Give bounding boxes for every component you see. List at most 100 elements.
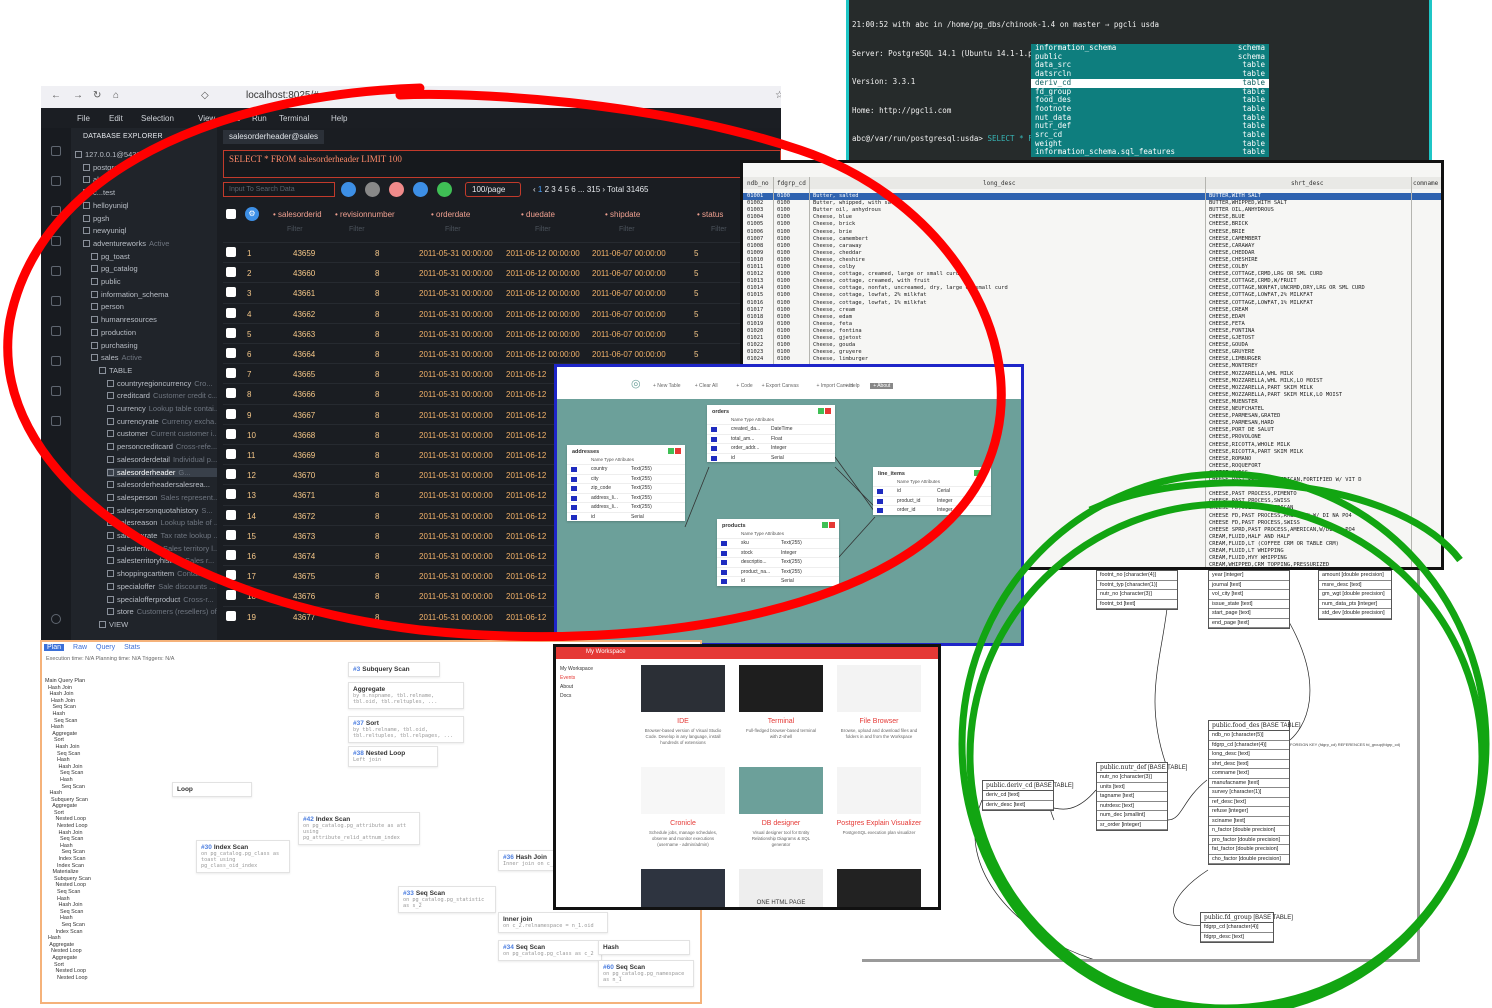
plan-node[interactable]: Aggregate by n.nspname, tbl.relname, tbl.… [348,682,464,709]
settings-icon[interactable] [365,182,380,197]
select-all-checkbox[interactable] [226,209,236,219]
star-icon[interactable]: ☆ [775,90,781,101]
pagination[interactable]: ‹ 1 2 3 4 5 6 ... 315 › Total 31465 [533,185,649,194]
row-checkbox[interactable] [226,307,236,318]
home-icon[interactable]: ⌂ [113,90,119,101]
filter-input[interactable]: Filter [445,226,461,233]
explorer-icon[interactable] [51,146,61,156]
tree-item[interactable]: VIEW [99,620,217,629]
menu-item[interactable]: Go [230,114,241,123]
tree-item[interactable]: newyuniql [83,226,217,235]
usda-row[interactable]: 01024 0100 Cheese, limburger CHEESE,LIMBURG… [743,356,1441,363]
filter-input[interactable]: Filter [349,226,365,233]
usda-row[interactable]: 01016 0100 Cheese, cottage, lowfat, 1% mil… [743,300,1441,307]
row-checkbox[interactable] [226,529,236,540]
row-checkbox[interactable] [226,489,236,500]
er-column[interactable]: id Cerial [873,486,991,496]
tool-card[interactable] [640,869,726,907]
usda-row[interactable]: 01011 0100 Cheese, colby CHEESE,COLBY [743,264,1441,271]
tree-item[interactable]: salesterritory Sales territory l... [107,544,217,553]
table-row[interactable]: 3 43661 8 2011-05-31 00:00:00 2011-06-12 00:… [223,282,781,302]
tool-card[interactable]: Terminal Full-fledged browser-based termi… [738,665,824,740]
schema-table[interactable]: amount [double precision] msre_desc [text… [1318,570,1392,620]
tree-item[interactable]: humanresources [91,315,217,324]
row-checkbox[interactable] [226,509,236,520]
column-header[interactable]: • shipdate [605,210,640,219]
delete-icon[interactable] [981,470,987,476]
plan-node[interactable]: Loop [172,782,252,797]
page-number[interactable]: 4 [558,185,565,194]
usda-row[interactable]: 01012 0100 Cheese, cottage, creamed, large… [743,271,1441,278]
tree-item[interactable]: adventureworks Active [83,239,217,248]
tree-item[interactable]: specialofferproduct Cross-r... [107,595,217,604]
er-column[interactable]: zip_code Text(255) [567,483,685,493]
workspace-nav-item[interactable]: Docs [560,692,593,701]
row-checkbox[interactable] [226,388,236,399]
er-column[interactable]: city Text(255) [567,473,685,484]
er-column[interactable]: address_li... Text(255) [567,492,685,503]
tree-item[interactable]: c...test [83,188,217,197]
tree-item[interactable]: sales Active [91,353,217,362]
schema-table[interactable]: public.food_des [BASE TABLE] ndb_no [char… [1208,720,1301,865]
row-checkbox[interactable] [226,368,236,379]
er-column[interactable]: descriptio... Text(255) [717,557,839,567]
usda-row[interactable]: 01019 0100 Cheese, feta CHEESE,FETA [743,321,1441,328]
plan-node[interactable]: Hash [598,940,690,955]
er-table[interactable]: addresses Name Type Attributes country Text… [567,445,685,521]
delete-icon[interactable] [675,448,681,454]
page-number[interactable]: 1 [538,185,545,194]
plan-node[interactable]: Inner join on c_2.relnamespace = n_1.oid [498,912,608,933]
tree-item[interactable]: purchasing [91,341,217,350]
filter-input[interactable]: Filter [535,226,551,233]
er-column[interactable]: id Serial [567,511,685,522]
extensions-icon[interactable] [51,266,61,276]
er-column[interactable]: product_id Integer [873,495,991,506]
completion-item[interactable]: information_schema.sql_features table [1031,148,1269,157]
tree-item[interactable]: pg_catalog [91,264,217,273]
usda-row[interactable]: 01021 0100 Cheese, gjetost CHEESE,GJETOST [743,335,1441,342]
row-checkbox[interactable] [226,610,236,621]
delete-icon[interactable] [825,408,831,414]
er-column[interactable]: stock Integer [717,547,839,558]
tool-card[interactable]: ONE HTML PAGE [738,869,824,907]
table-row[interactable]: 5 43663 8 2011-05-31 00:00:00 2011-06-12 00:… [223,322,781,343]
usda-row[interactable]: 01005 0100 Cheese, brick CHEESE,BRICK [743,221,1441,228]
schema-table[interactable]: year [integer] journal [text] vol_city [te… [1208,570,1290,629]
menu-item[interactable]: File [77,114,90,123]
tool-card[interactable]: Cronicle Schedule jobs, manage schedules,… [640,767,726,848]
workspace-nav-item[interactable]: My Workspace [560,665,593,674]
delete-icon[interactable] [389,182,404,197]
tree-item[interactable]: countryregioncurrency Cro... [107,379,217,388]
db-icon[interactable] [51,386,61,396]
usda-row[interactable]: 01007 0100 Cheese, camembert CHEESE,CAMEMBE… [743,236,1441,243]
sql-query-input[interactable]: SELECT * FROM salesorderheader LIMIT 100 [223,150,781,178]
row-checkbox[interactable] [226,590,236,601]
tree-item[interactable]: pg_toast [91,252,217,261]
menu-item[interactable]: Run [252,114,267,123]
filter-input[interactable]: Filter [619,226,635,233]
er-column[interactable]: order_addr... Integer [707,443,835,453]
tree-item[interactable]: salestaxrate Tax rate lookup ... [107,531,217,540]
plan-node[interactable]: #3 Subquery Scan [348,662,440,677]
schema-table[interactable]: footnt_no [character(4)] footnt_typ [char… [1096,570,1178,610]
schema-table[interactable]: public.deriv_cd [BASE TABLE] deriv_cd [te… [982,780,1074,811]
usda-row[interactable]: 01006 0100 Cheese, brie CHEESE,BRIE [743,229,1441,236]
row-checkbox[interactable] [226,327,236,338]
tree-item[interactable]: salesorderheader G... [107,467,217,477]
pgcli-terminal[interactable]: 21:00:52 with abc in /home/pg_dbs/chinoo… [846,0,1432,170]
db-icon[interactable] [51,416,61,426]
tree-item[interactable]: salesorderheadersalesrea... [107,480,217,489]
completion-item[interactable]: src_cd table [1031,130,1269,140]
column-header[interactable]: • orderdate [431,210,470,219]
workspace-nav[interactable]: My Workspace Events About Docs [560,665,593,701]
usda-row[interactable]: 01023 0100 Cheese, gruyere CHEESE,GRUYERE [743,349,1441,356]
er-table[interactable]: products Name Type Attributes sku Text(255)… [717,519,839,586]
tab-salesorderheader[interactable]: salesorderheader@sales [223,130,325,144]
usda-row[interactable]: 01004 0100 Cheese, blue CHEESE,BLUE [743,214,1441,221]
menu-item[interactable]: Help [331,114,347,123]
column-header[interactable]: • status [697,210,723,219]
usda-row[interactable]: 01020 0100 Cheese, fontina CHEESE,FONTINA [743,328,1441,335]
usda-row[interactable]: 01003 0100 Butter oil, anhydrous BUTTER OIL… [743,207,1441,214]
tree-item[interactable]: store Customers (resellers) of ... [107,607,217,616]
table-row[interactable]: 2 43660 8 2011-05-31 00:00:00 2011-06-12 00:… [223,262,781,282]
